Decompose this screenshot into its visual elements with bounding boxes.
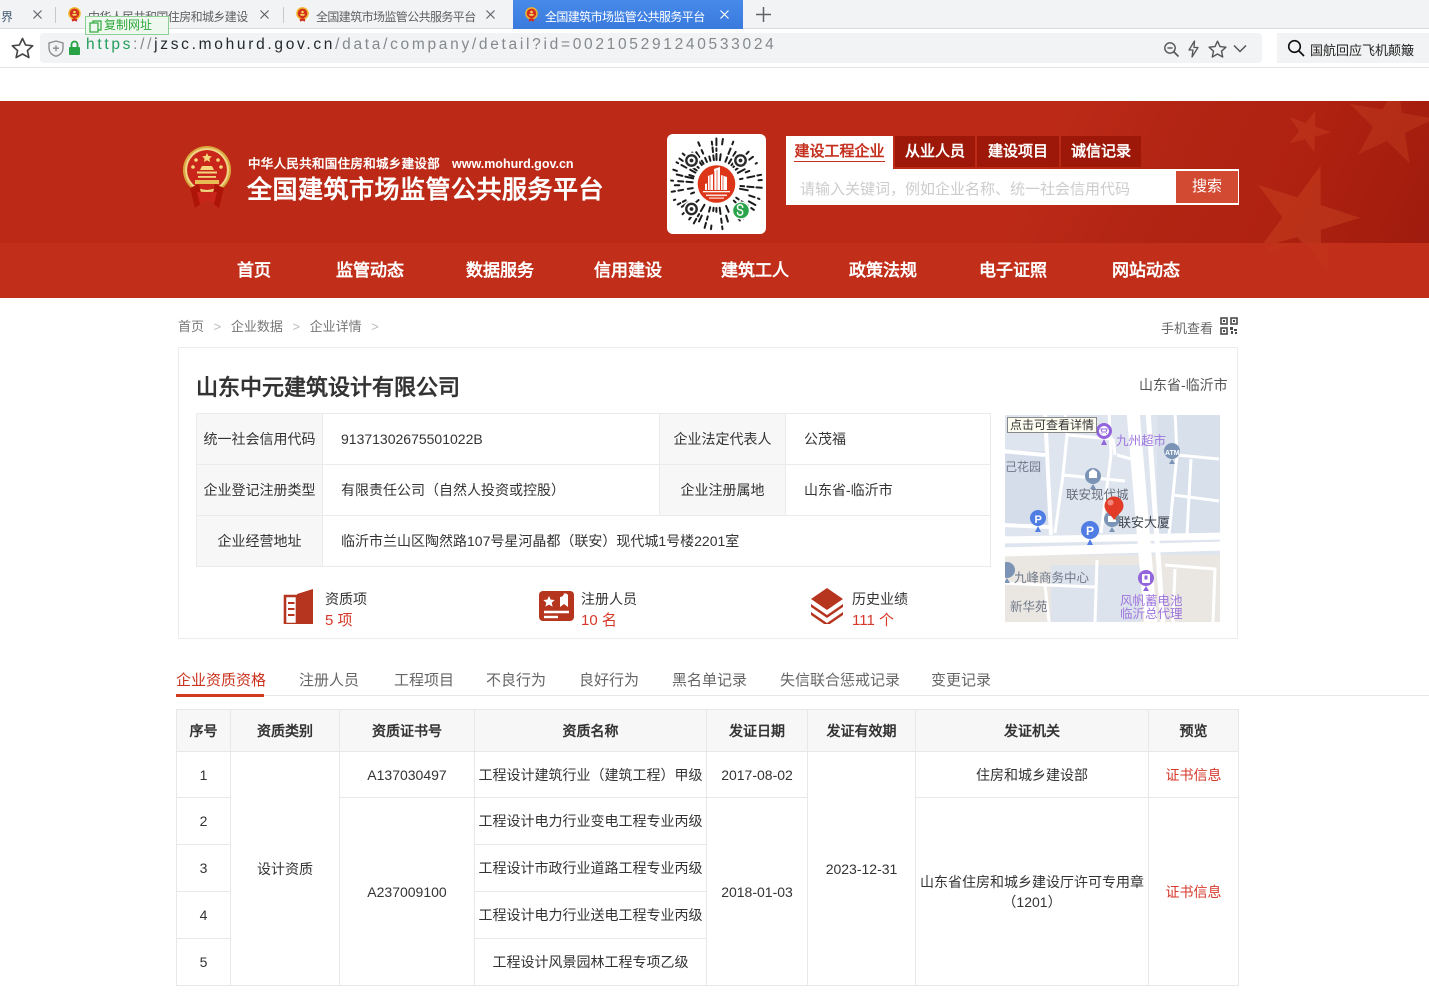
svg-text:P: P: [1086, 524, 1094, 538]
svg-text:临沂总代理: 临沂总代理: [1120, 607, 1183, 621]
svg-text:联安大厦: 联安大厦: [1118, 515, 1170, 530]
svg-text:九峰商务中心: 九峰商务中心: [1014, 570, 1090, 585]
svg-text:新华苑: 新华苑: [1010, 599, 1048, 614]
svg-text:P: P: [1035, 514, 1042, 526]
svg-text:九州超市: 九州超市: [1116, 433, 1166, 448]
svg-text:风帆蓄电池: 风帆蓄电池: [1120, 593, 1183, 608]
svg-text:己花园: 己花园: [1005, 459, 1041, 474]
svg-text:ATM: ATM: [1165, 450, 1180, 457]
